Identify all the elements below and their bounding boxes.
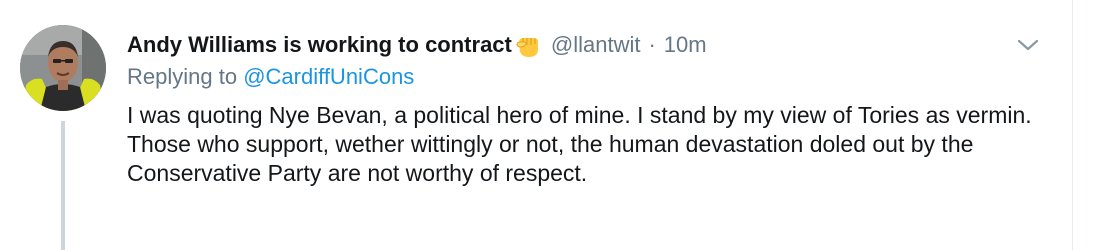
avatar-photo-icon — [20, 25, 106, 111]
user-handle[interactable]: @llantwit — [551, 32, 641, 58]
thread-line — [61, 121, 65, 250]
mention-link[interactable]: @CardiffUniCons — [243, 64, 414, 89]
replying-to-label: Replying to — [127, 64, 238, 89]
raised-fist-emoji-icon — [513, 31, 541, 59]
tweet-paragraph: I was quoting Nye Bevan, a political her… — [127, 102, 1032, 128]
timeline-border — [1072, 0, 1073, 250]
tweet[interactable]: Andy Williams is working to contract @ll… — [0, 0, 1096, 250]
tweet-header: Andy Williams is working to contract @ll… — [127, 29, 707, 61]
tweet-paragraph: Those who support, wether wittingly or n… — [127, 131, 974, 186]
chevron-down-icon — [1017, 39, 1039, 51]
tweet-menu-button[interactable] — [1013, 33, 1043, 57]
timestamp-link[interactable]: 10m — [664, 32, 707, 58]
separator-dot: · — [648, 32, 656, 57]
avatar[interactable] — [20, 25, 106, 111]
replying-to: Replying to @CardiffUniCons — [127, 64, 414, 90]
display-name[interactable]: Andy Williams is working to contract — [127, 32, 512, 58]
tweet-text: I was quoting Nye Bevan, a political her… — [127, 101, 1057, 188]
